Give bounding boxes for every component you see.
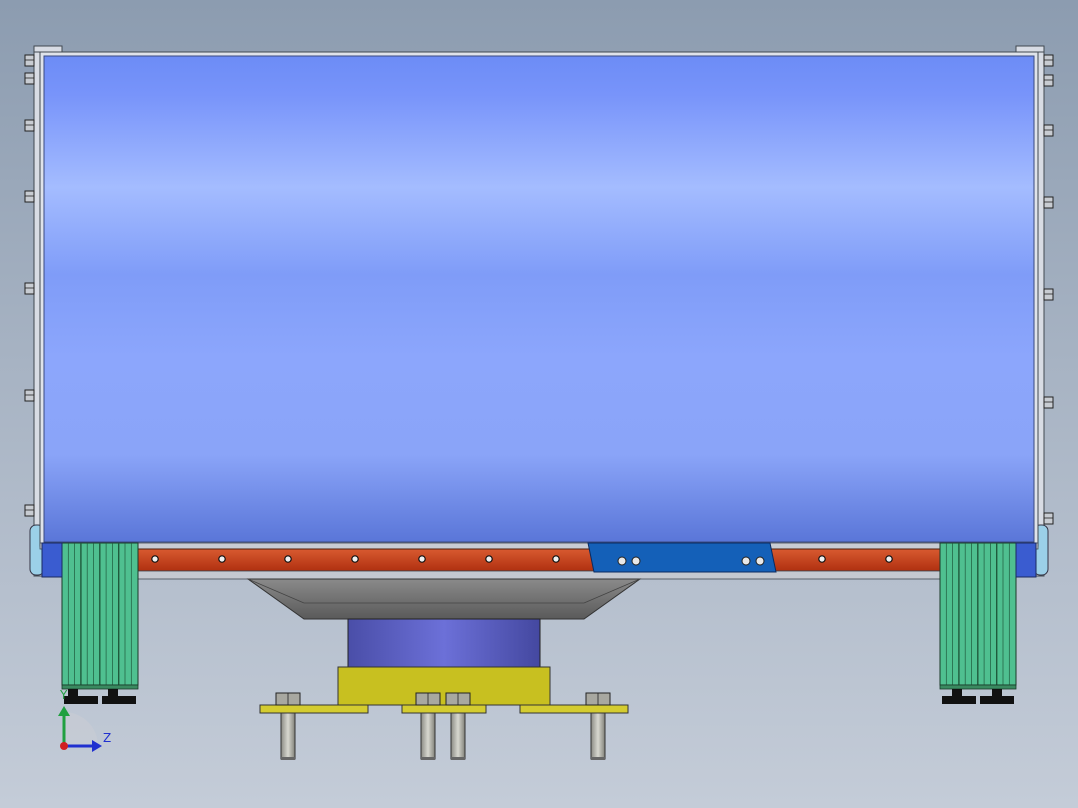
rail-screw-icon xyxy=(284,555,292,563)
pin-tip xyxy=(591,757,605,760)
rail-screw-icon xyxy=(351,555,359,563)
right-support-leg[interactable] xyxy=(939,542,1017,704)
bolt-head-icon xyxy=(24,282,35,295)
bolt-head-icon xyxy=(1043,396,1054,409)
purple-hub[interactable] xyxy=(347,618,541,668)
left-support-leg[interactable] xyxy=(61,542,139,704)
right-end-block xyxy=(1015,542,1037,578)
rail-screw-icon xyxy=(885,555,893,563)
rail-screw-icon xyxy=(552,555,560,563)
bolt-head-icon xyxy=(24,504,35,517)
pin-icon xyxy=(420,712,436,760)
view-triad[interactable] xyxy=(58,706,102,752)
bolt-head-icon xyxy=(1043,124,1054,137)
rail-bottom-strip xyxy=(137,570,941,580)
rail-screw-icon xyxy=(418,555,426,563)
bolt-head-icon xyxy=(24,389,35,402)
triad-y-label: Y xyxy=(60,688,68,702)
pin-tip xyxy=(451,757,465,760)
origin-icon xyxy=(60,742,68,750)
right-bolt-column xyxy=(1043,54,1054,525)
rail-screw-icon xyxy=(818,555,826,563)
mounting-plates[interactable] xyxy=(259,704,629,714)
rail-screw-icon xyxy=(485,555,493,563)
bolt-head-icon xyxy=(1043,512,1054,525)
y-arrow-icon xyxy=(58,706,70,716)
model-view[interactable] xyxy=(0,0,1078,808)
yellow-base-ring[interactable] xyxy=(337,666,551,706)
rail-screw-icon xyxy=(151,555,159,563)
bolt-head-icon xyxy=(24,119,35,132)
bolt-head-icon xyxy=(24,72,35,85)
bolt-head-icon xyxy=(24,54,35,67)
bolt-head-icon xyxy=(1043,196,1054,209)
pin-tip xyxy=(281,757,295,760)
cad-viewport[interactable]: Y Z xyxy=(0,0,1078,808)
pin-tip xyxy=(421,757,435,760)
triad-z-label: Z xyxy=(103,731,112,745)
pin-icon xyxy=(280,712,296,760)
gray-cone-adapter[interactable] xyxy=(246,578,642,620)
left-end-block xyxy=(41,542,63,578)
bolt-head-icon xyxy=(24,190,35,203)
left-bolt-column xyxy=(24,54,35,517)
lower-frame-strip xyxy=(39,542,1039,550)
main-blue-panel[interactable] xyxy=(43,55,1035,543)
bolt-head-icon xyxy=(1043,54,1054,67)
pin-icon xyxy=(590,712,606,760)
bolt-head-icon xyxy=(1043,288,1054,301)
rail-screw-icon xyxy=(218,555,226,563)
bolt-head-icon xyxy=(1043,74,1054,87)
pin-icon xyxy=(450,712,466,760)
